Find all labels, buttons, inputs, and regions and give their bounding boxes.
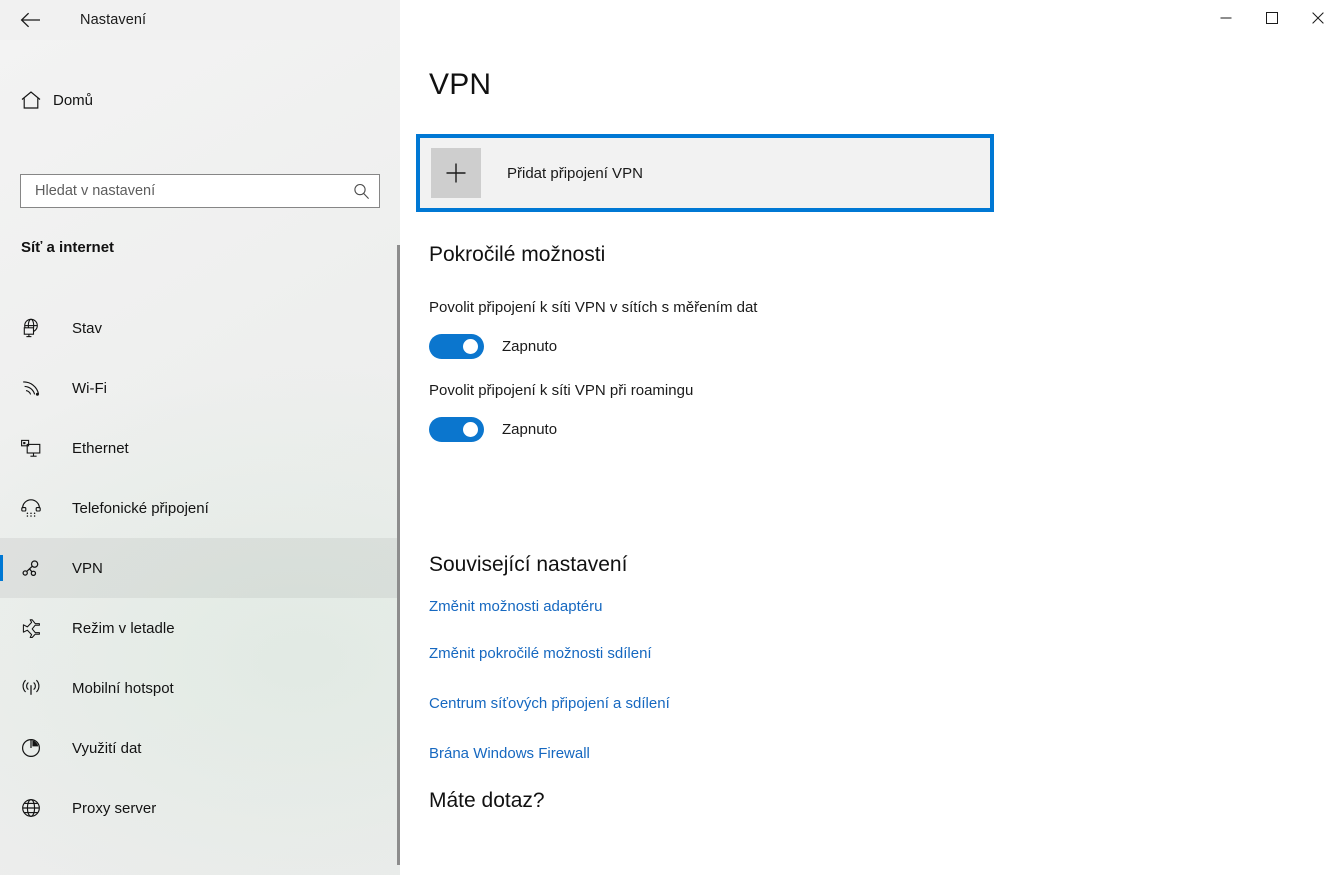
sidebar-item-vpn[interactable]: VPN [0,538,400,598]
search-input[interactable] [21,175,343,207]
sidebar-item-airplane-mode[interactable]: Režim v letadle [0,598,400,658]
home-icon [14,90,48,110]
back-arrow-icon [20,12,41,28]
related-settings-heading: Související nastavení [429,553,628,576]
network-status-globe-icon [14,311,48,345]
toggle-knob [463,338,478,354]
have-a-question-heading: Máte dotaz? [429,789,545,812]
main-content: VPN Přidat připojení VPN Pokročilé možno… [400,40,1341,875]
dial-up-phone-icon [14,491,48,525]
hotspot-broadcast-icon [14,671,48,705]
link-windows-firewall[interactable]: Brána Windows Firewall [429,745,590,762]
metered-networks-toggle-state: Zapnuto [502,337,558,355]
sidebar-item-label: Mobilní hotspot [72,679,174,697]
plus-icon [431,148,481,198]
metered-networks-toggle-row: Zapnuto [429,333,557,359]
wifi-icon [14,371,48,405]
link-change-adapter-options[interactable]: Změnit možnosti adaptéru [429,598,602,615]
maximize-icon [1266,11,1278,29]
home-label: Domů [53,91,94,109]
metered-networks-toggle[interactable] [429,333,484,359]
window-title: Nastavení [80,12,147,28]
sidebar: Domů Síť a internet [0,40,400,875]
minimize-button[interactable] [1203,0,1249,40]
close-button[interactable] [1295,0,1341,40]
add-vpn-label: Přidat připojení VPN [507,164,643,182]
search-icon [343,183,379,200]
back-button[interactable] [12,4,48,36]
sidebar-item-home[interactable]: Domů [0,78,400,122]
link-advanced-sharing-options[interactable]: Změnit pokročilé možnosti sdílení [429,645,652,662]
globe-icon [14,791,48,825]
sidebar-item-proxy-server[interactable]: Proxy server [0,778,400,838]
sidebar-item-label: VPN [72,559,103,577]
link-network-sharing-center[interactable]: Centrum síťových připojení a sdílení [429,695,670,712]
page-title: VPN [429,68,492,101]
sidebar-item-label: Wi-Fi [72,379,107,397]
toggle-knob [463,421,478,437]
roaming-toggle-state: Zapnuto [502,420,558,438]
title-bar: Nastavení [0,0,1341,40]
airplane-icon [14,611,48,645]
sidebar-section-header: Síť a internet [21,239,115,256]
sidebar-item-label: Telefonické připojení [72,499,209,517]
settings-window: Nastavení Domů Hledat v nastavení Síť a … [0,0,1341,875]
ethernet-monitor-icon [14,431,48,465]
sidebar-item-label: Využití dat [72,739,142,757]
sidebar-item-ethernet[interactable]: Ethernet [0,418,400,478]
sidebar-item-label: Stav [72,319,103,337]
sidebar-nav-list: Stav Wi-Fi Ethernet Telefonické připojen… [0,298,400,838]
minimize-icon [1220,11,1232,29]
sidebar-item-dial-up[interactable]: Telefonické připojení [0,478,400,538]
sidebar-item-label: Proxy server [72,799,157,817]
maximize-button[interactable] [1249,0,1295,40]
sidebar-item-stav[interactable]: Stav [0,298,400,358]
sidebar-item-mobile-hotspot[interactable]: Mobilní hotspot [0,658,400,718]
advanced-options-heading: Pokročilé možnosti [429,243,606,266]
sidebar-item-label: Ethernet [72,439,129,457]
vpn-key-icon [14,551,48,585]
window-controls [1203,0,1341,40]
add-vpn-connection-button[interactable]: Přidat připojení VPN [416,134,994,212]
sidebar-item-wifi[interactable]: Wi-Fi [0,358,400,418]
sidebar-item-data-usage[interactable]: Využití dat [0,718,400,778]
close-icon [1312,11,1324,29]
roaming-toggle-row: Zapnuto [429,416,557,442]
search-box[interactable] [20,174,380,208]
metered-networks-option-label: Povolit připojení k síti VPN v sítích s … [429,299,758,316]
roaming-option-label: Povolit připojení k síti VPN při roaming… [429,382,694,399]
roaming-toggle[interactable] [429,416,484,442]
sidebar-item-label: Režim v letadle [72,619,175,637]
data-usage-pie-icon [14,731,48,765]
